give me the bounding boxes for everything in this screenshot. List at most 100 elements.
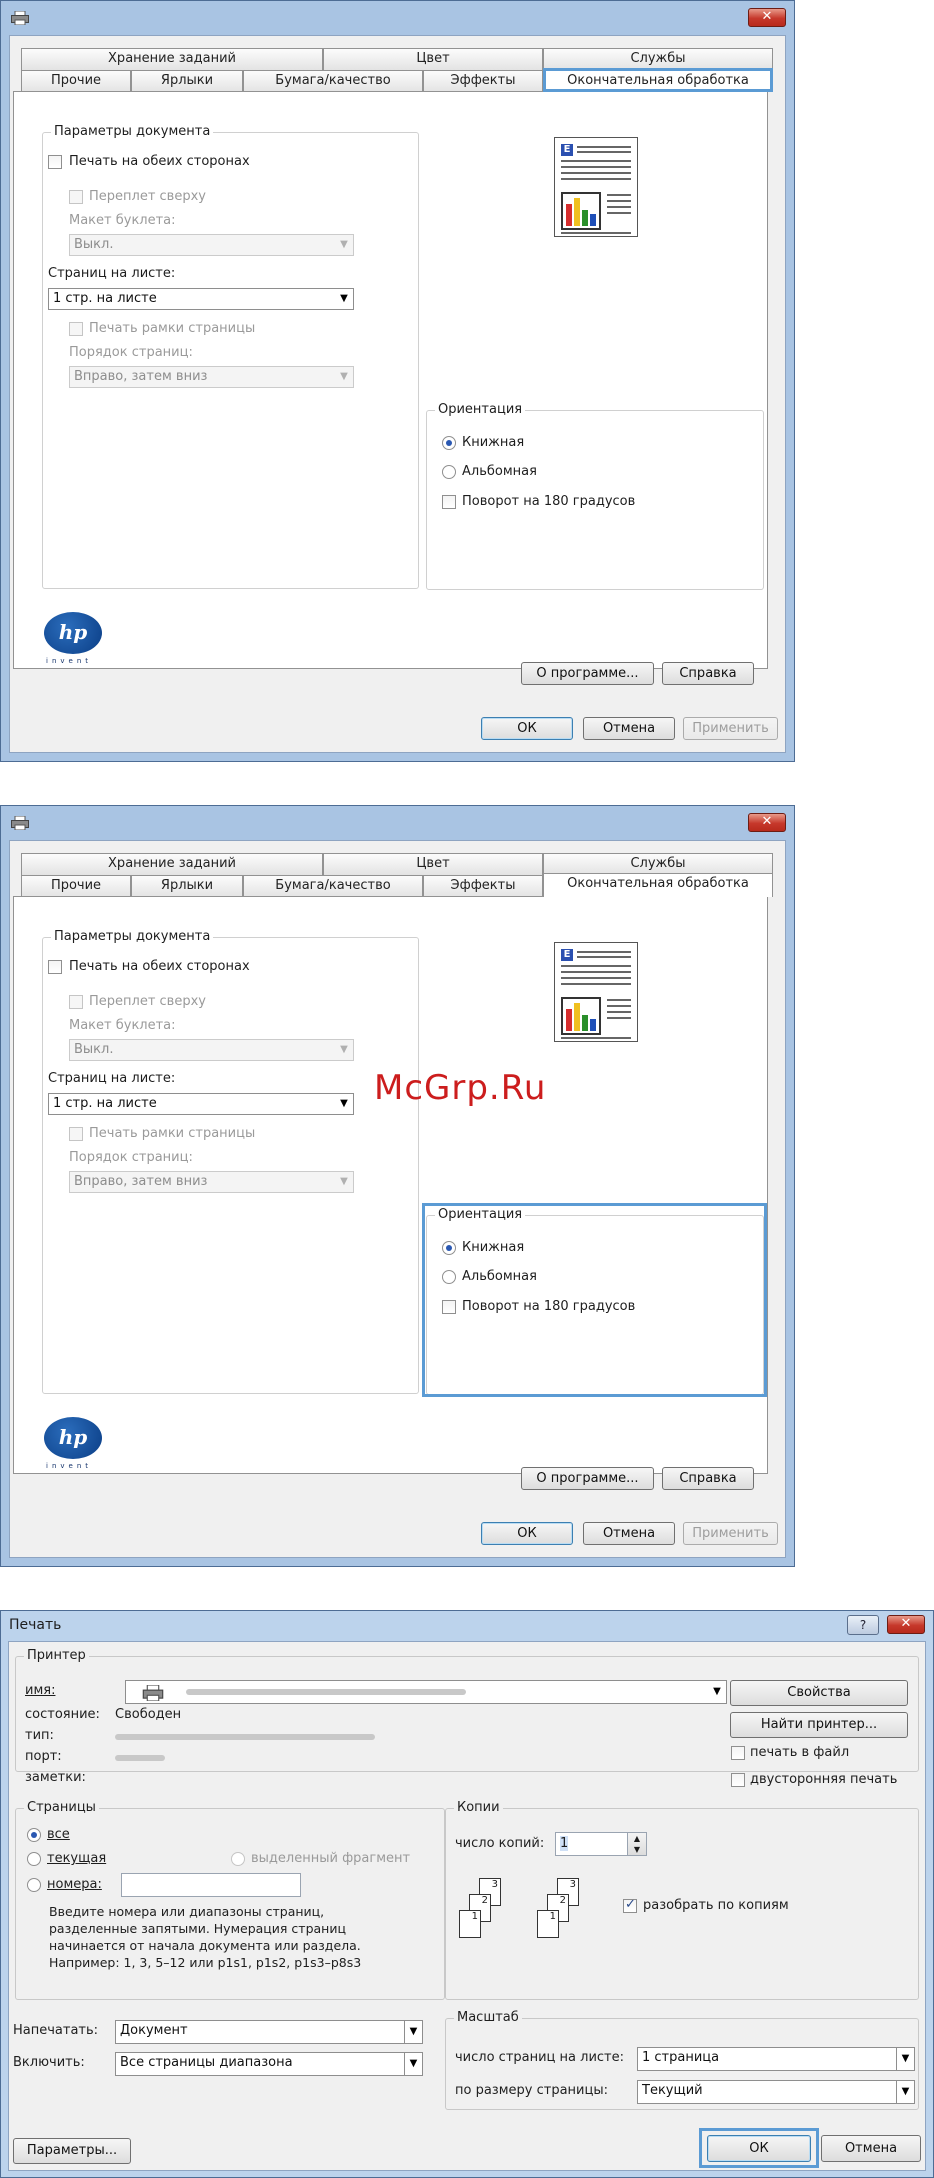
- pages-per-sheet-label: Страниц на листе:: [48, 266, 176, 281]
- close-icon: ✕: [761, 814, 773, 829]
- rotate-180-label: Поворот на 180 градусов: [462, 1299, 636, 1314]
- landscape-radio[interactable]: [442, 465, 456, 479]
- copies-input[interactable]: 1: [555, 1832, 637, 1856]
- portrait-label: Книжная: [462, 1240, 525, 1255]
- landscape-label: Альбомная: [462, 464, 537, 479]
- properties-button[interactable]: Свойства: [730, 1680, 908, 1706]
- finishing-panel: Параметры документа Печать на обеих стор…: [13, 91, 768, 685]
- portrait-radio[interactable]: [442, 436, 456, 450]
- blurred-port-value: [115, 1755, 165, 1761]
- ok-button[interactable]: ОК: [707, 2135, 811, 2162]
- tab-job-storage[interactable]: Хранение заданий: [21, 48, 323, 70]
- pages-per-sheet-select[interactable]: 1 стр. на листе ▼: [48, 288, 354, 310]
- help-button[interactable]: Справка: [662, 662, 754, 685]
- ok-button[interactable]: ОК: [481, 717, 573, 740]
- close-button[interactable]: ✕: [748, 813, 786, 832]
- tab-other[interactable]: Прочие: [21, 875, 131, 897]
- page-order-select[interactable]: Вправо, затем вниз ▼: [69, 366, 354, 388]
- collate-label: разобрать по копиям: [643, 1898, 789, 1913]
- ok-button[interactable]: ОК: [481, 1522, 573, 1545]
- tab-finishing[interactable]: Окончательная обработка: [543, 873, 773, 897]
- apply-button[interactable]: Применить: [683, 717, 778, 740]
- watermark-text: McGrp.Ru: [374, 1068, 547, 1108]
- help-icon-button[interactable]: ?: [847, 1615, 879, 1635]
- hint-line-3: начинается от начала документа или разде…: [49, 1938, 361, 1953]
- cancel-button[interactable]: Отмена: [583, 717, 675, 740]
- booklet-select[interactable]: Выкл. ▼: [69, 1039, 354, 1061]
- about-button[interactable]: О программе...: [521, 662, 654, 685]
- collate-checkbox[interactable]: [623, 1897, 637, 1913]
- page-numbers-radio[interactable]: [27, 1878, 41, 1892]
- tab-color[interactable]: Цвет: [323, 48, 543, 70]
- find-printer-button[interactable]: Найти принтер...: [730, 1712, 908, 1738]
- rotate-180-checkbox[interactable]: [442, 1300, 456, 1314]
- scale-to-paper-select[interactable]: Текущий ▼: [637, 2080, 915, 2104]
- chevron-down-icon: ▼: [340, 1044, 348, 1055]
- help-button[interactable]: Справка: [662, 1467, 754, 1490]
- copies-spinner[interactable]: ▲ ▼: [627, 1832, 647, 1856]
- flip-up-label: Переплет сверху: [89, 994, 206, 1009]
- tab-other[interactable]: Прочие: [21, 70, 131, 92]
- close-button[interactable]: ✕: [887, 1615, 925, 1634]
- options-button[interactable]: Параметры...: [13, 2138, 131, 2164]
- apply-button[interactable]: Применить: [683, 1522, 778, 1545]
- tab-finishing[interactable]: Окончательная обработка: [543, 68, 773, 92]
- tab-paper-quality[interactable]: Бумага/качество: [243, 70, 423, 92]
- page-borders-checkbox[interactable]: [69, 322, 83, 336]
- selection-radio[interactable]: [231, 1852, 245, 1866]
- tab-services[interactable]: Службы: [543, 48, 773, 70]
- page-order-select[interactable]: Вправо, затем вниз ▼: [69, 1171, 354, 1193]
- hp-logo: hp: [44, 1417, 102, 1459]
- tab-color[interactable]: Цвет: [323, 853, 543, 875]
- landscape-radio[interactable]: [442, 1270, 456, 1284]
- pages-per-sheet-select[interactable]: 1 стр. на листе ▼: [48, 1093, 354, 1115]
- printer-properties-dialog-2: ✕ Хранение заданий Цвет Службы Прочие Яр…: [0, 805, 795, 1567]
- tab-job-storage[interactable]: Хранение заданий: [21, 853, 323, 875]
- flip-up-checkbox[interactable]: [69, 995, 83, 1009]
- portrait-label: Книжная: [462, 435, 525, 450]
- tab-shortcuts[interactable]: Ярлыки: [131, 875, 243, 897]
- printer-group-title: Принтер: [24, 1648, 89, 1663]
- page-numbers-input[interactable]: [121, 1873, 301, 1897]
- pages-per-sheet-select[interactable]: 1 страница ▼: [637, 2047, 915, 2071]
- printer-name-label: имя:: [25, 1683, 56, 1698]
- printer-name-select[interactable]: ▼: [125, 1680, 727, 1704]
- include-select[interactable]: Все страницы диапазона ▼: [115, 2052, 423, 2076]
- rotate-180-checkbox[interactable]: [442, 495, 456, 509]
- print-what-label: Напечатать:: [13, 2023, 99, 2038]
- portrait-radio[interactable]: [442, 1241, 456, 1255]
- chevron-down-icon: ▼: [340, 239, 348, 250]
- current-page-radio[interactable]: [27, 1852, 41, 1866]
- cancel-button[interactable]: Отмена: [583, 1522, 675, 1545]
- flip-up-checkbox[interactable]: [69, 190, 83, 204]
- chevron-down-icon: ▼: [340, 293, 348, 304]
- chevron-down-icon: ▼: [404, 2053, 422, 2075]
- cancel-button[interactable]: Отмена: [821, 2135, 921, 2162]
- duplex-checkbox[interactable]: [48, 960, 62, 974]
- tab-effects[interactable]: Эффекты: [423, 70, 543, 92]
- print-to-file-checkbox[interactable]: [731, 1746, 745, 1760]
- duplex-checkbox[interactable]: [731, 1773, 745, 1787]
- page-order-label: Порядок страниц:: [69, 1150, 193, 1165]
- all-pages-radio[interactable]: [27, 1828, 41, 1842]
- close-icon: ✕: [900, 1616, 912, 1631]
- page-numbers-label: номера:: [47, 1877, 102, 1892]
- page-borders-checkbox[interactable]: [69, 1127, 83, 1141]
- printer-properties-dialog-1: ✕ Хранение заданий Цвет Службы Прочие Яр…: [0, 0, 795, 762]
- chevron-down-icon: ▼: [896, 2081, 914, 2103]
- about-button[interactable]: О программе...: [521, 1467, 654, 1490]
- pages-per-sheet-label: число страниц на листе:: [455, 2050, 624, 2065]
- duplex-label: Печать на обеих сторонах: [69, 959, 250, 974]
- tab-services[interactable]: Службы: [543, 853, 773, 875]
- tab-paper-quality[interactable]: Бумага/качество: [243, 875, 423, 897]
- copies-group-title: Копии: [454, 1800, 503, 1815]
- tab-shortcuts[interactable]: Ярлыки: [131, 70, 243, 92]
- close-button[interactable]: ✕: [748, 8, 786, 27]
- chevron-down-icon: ▼: [340, 1176, 348, 1187]
- include-label: Включить:: [13, 2055, 85, 2070]
- port-label: порт:: [25, 1749, 62, 1764]
- print-what-select[interactable]: Документ ▼: [115, 2020, 423, 2044]
- duplex-checkbox[interactable]: [48, 155, 62, 169]
- booklet-select[interactable]: Выкл. ▼: [69, 234, 354, 256]
- tab-effects[interactable]: Эффекты: [423, 875, 543, 897]
